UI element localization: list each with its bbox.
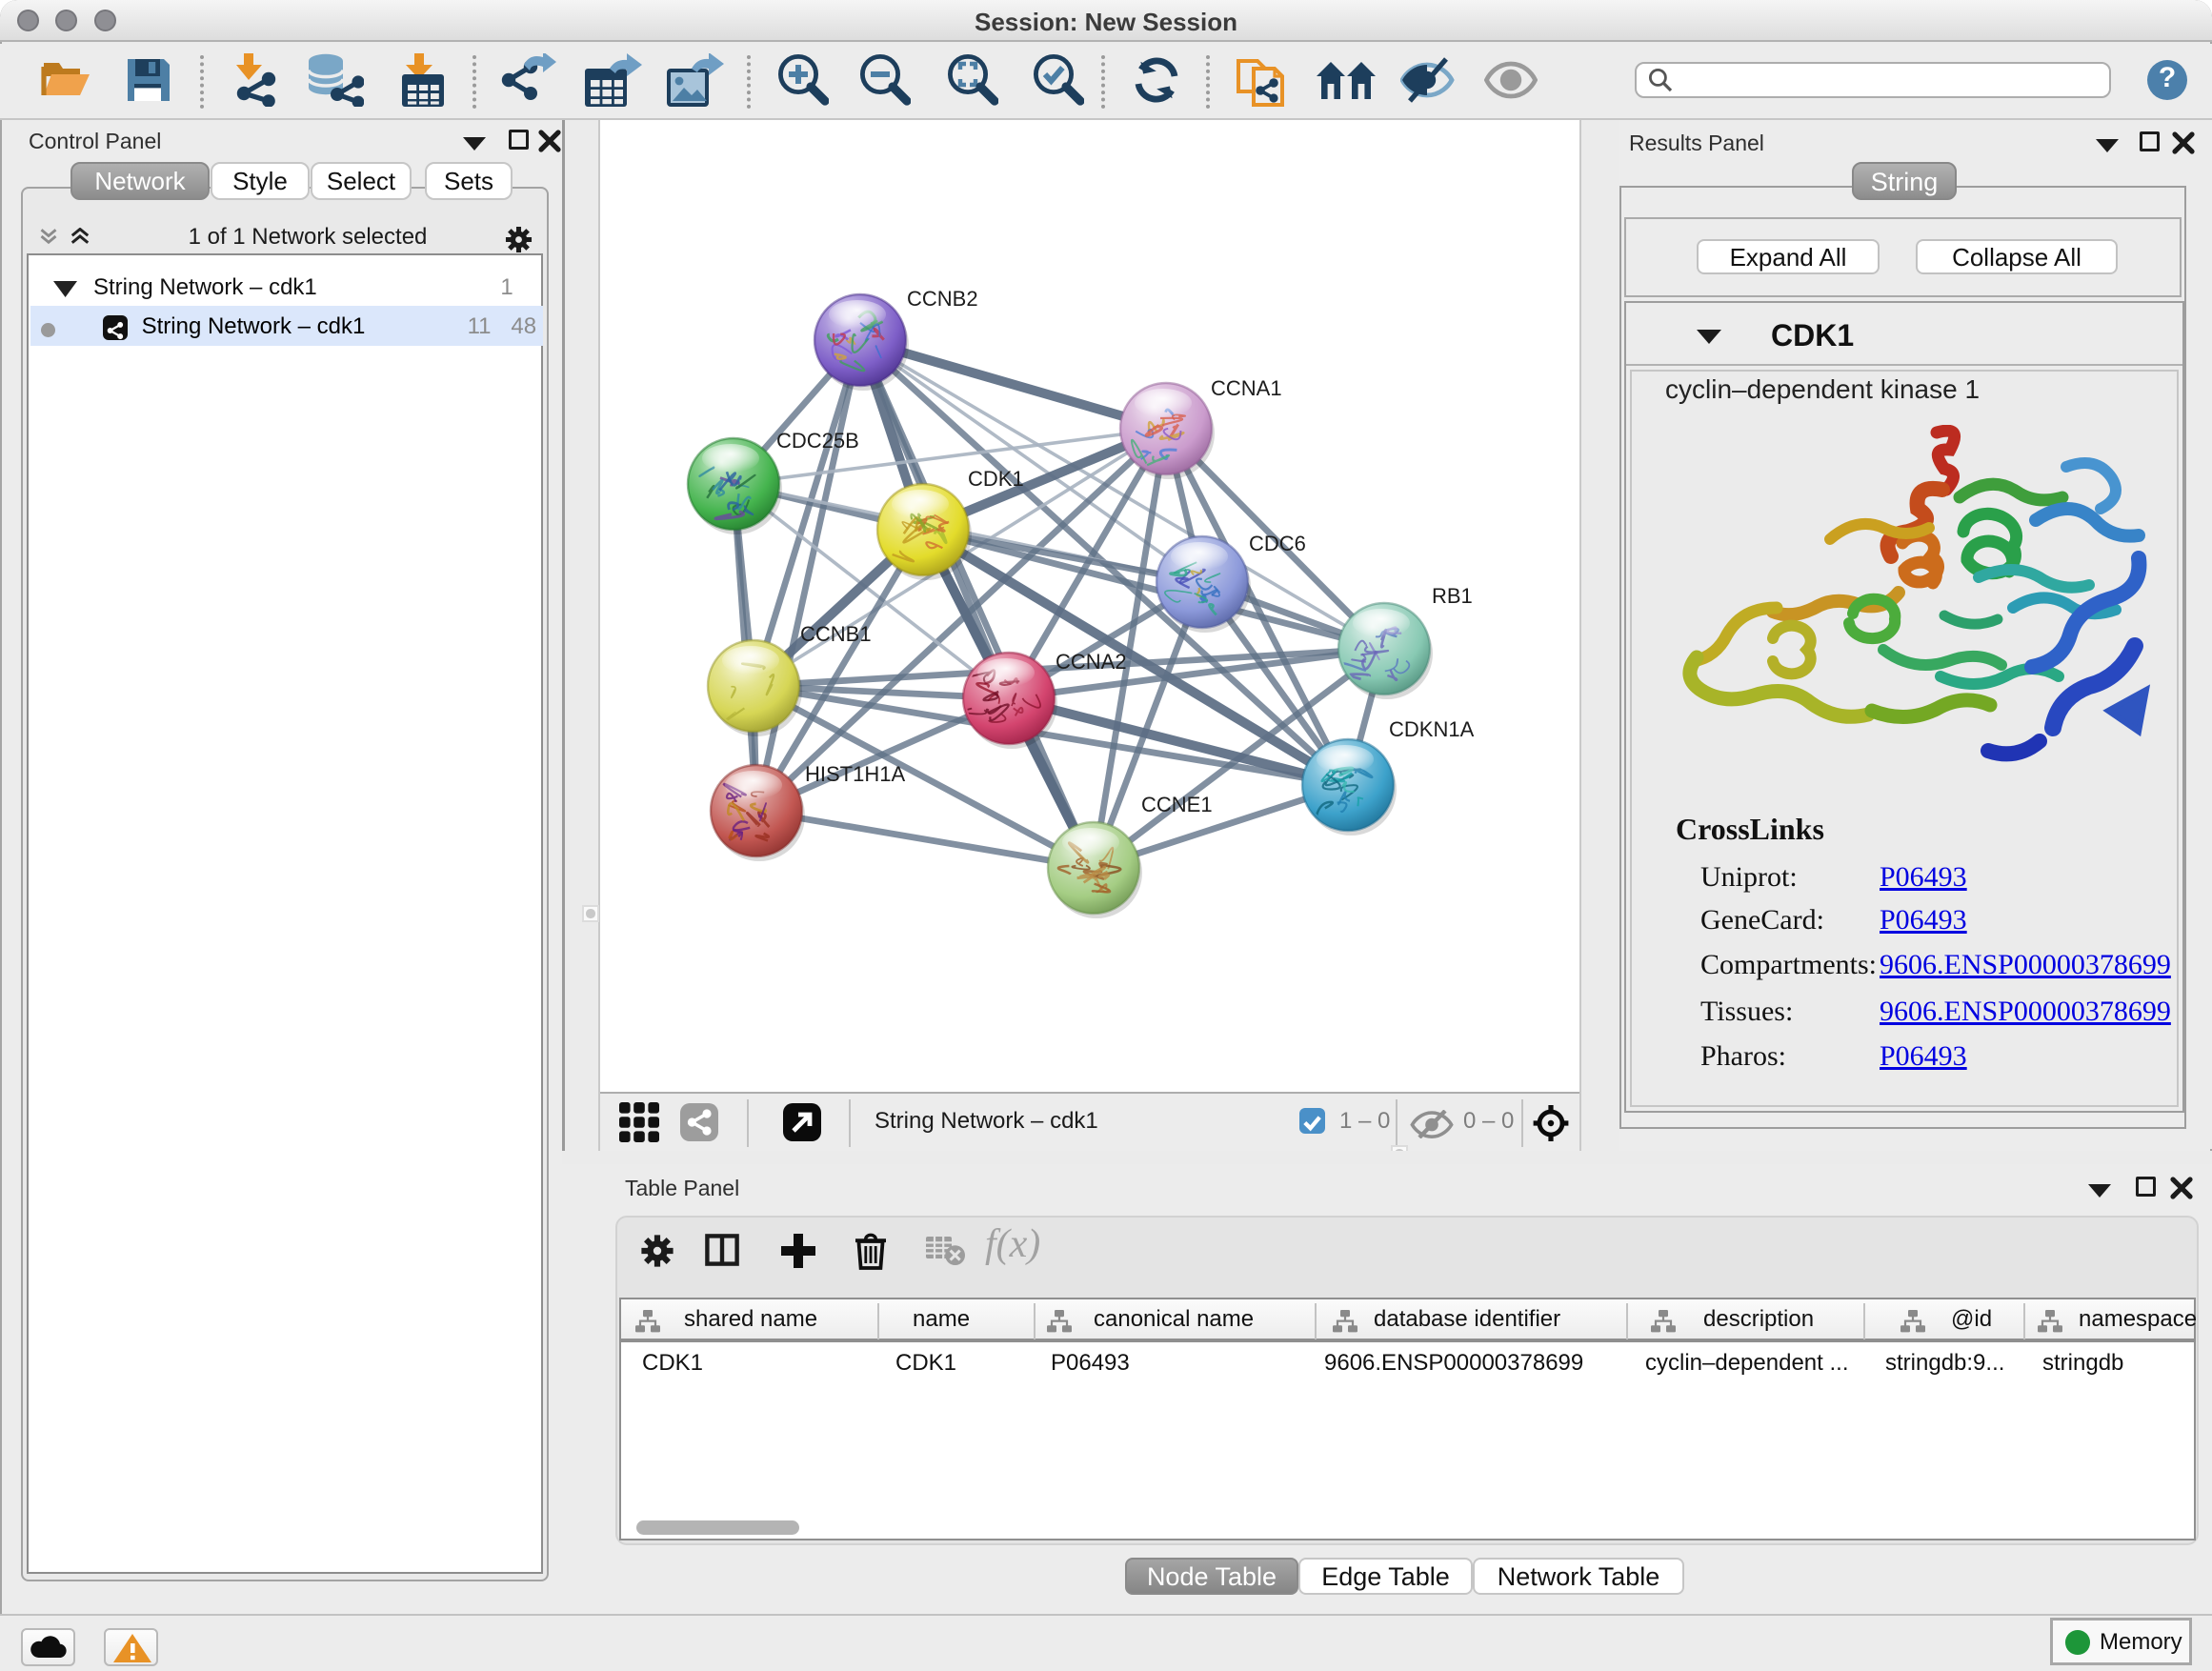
svg-text:RB1: RB1 — [1432, 584, 1473, 608]
svg-text:CDK1: CDK1 — [968, 467, 1024, 491]
svg-text:CCNE1: CCNE1 — [1141, 793, 1213, 816]
svg-text:CDC6: CDC6 — [1249, 532, 1306, 555]
svg-text:CCNA2: CCNA2 — [1056, 650, 1127, 674]
svg-text:CCNB2: CCNB2 — [907, 287, 978, 311]
svg-text:CDC25B: CDC25B — [776, 429, 859, 453]
svg-text:CCNB1: CCNB1 — [800, 622, 872, 646]
svg-text:CCNA1: CCNA1 — [1211, 376, 1282, 400]
svg-text:CDKN1A: CDKN1A — [1389, 717, 1475, 741]
svg-text:HIST1H1A: HIST1H1A — [805, 762, 905, 786]
